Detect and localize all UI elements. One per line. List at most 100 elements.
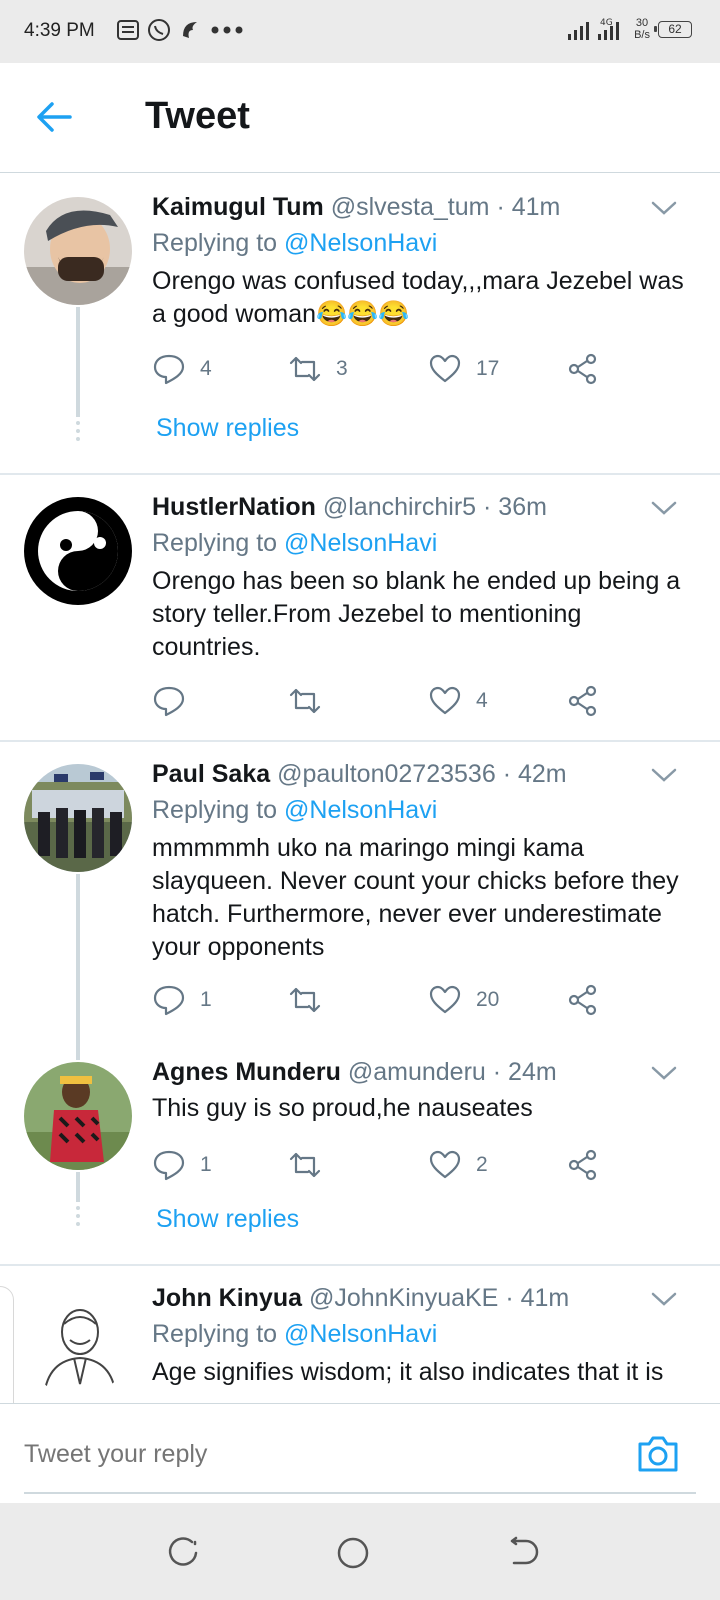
heart-icon: [429, 686, 461, 715]
share-button[interactable]: [566, 349, 600, 389]
replying-to: Replying to @NelsonHavi: [152, 229, 437, 258]
mention-link[interactable]: @NelsonHavi: [284, 529, 437, 557]
retweet-button[interactable]: [288, 980, 336, 1020]
recents-icon[interactable]: [166, 1536, 200, 1570]
reply-input[interactable]: [24, 1440, 604, 1469]
thread-line: [76, 874, 80, 1042]
reply-button[interactable]: 1: [152, 1145, 212, 1185]
like-button[interactable]: 2: [428, 1145, 488, 1185]
show-replies-link[interactable]: Show replies: [156, 1205, 299, 1234]
reply-icon: [153, 686, 185, 717]
chevron-down-icon[interactable]: [650, 766, 678, 784]
avatar[interactable]: [24, 764, 132, 872]
avatar[interactable]: [24, 497, 132, 605]
tweet-actions: 4 3 17: [152, 349, 632, 389]
retweet-button[interactable]: [288, 1145, 336, 1185]
show-replies-link[interactable]: Show replies: [156, 414, 299, 443]
thread-line: [76, 307, 80, 417]
share-button[interactable]: [566, 681, 600, 721]
like-count: 20: [476, 988, 500, 1011]
heart-icon: [429, 985, 461, 1014]
like-button[interactable]: 20: [428, 980, 499, 1020]
avatar[interactable]: [24, 1062, 132, 1170]
like-count: 2: [476, 1153, 488, 1176]
mention-link[interactable]: @NelsonHavi: [284, 796, 437, 824]
whatsapp-icon: [148, 19, 170, 41]
author-name[interactable]: Paul Saka: [152, 760, 270, 788]
thread-dots: [76, 1206, 80, 1230]
thread-dots: [76, 421, 80, 445]
mention-link[interactable]: @NelsonHavi: [284, 1320, 437, 1348]
reply-icon: [153, 985, 185, 1016]
tweet-time: · 24m: [492, 1058, 557, 1086]
net-speed-unit: B/s: [634, 29, 650, 41]
tweet-time: · 36m: [483, 493, 547, 521]
thread-line: [76, 1172, 80, 1202]
author-name[interactable]: HustlerNation: [152, 493, 316, 521]
chevron-down-icon[interactable]: [650, 1064, 678, 1082]
chevron-down-icon[interactable]: [650, 499, 678, 517]
camera-icon[interactable]: [636, 1434, 680, 1474]
heart-icon: [429, 1150, 461, 1179]
tweet-text: This guy is so proud,he nauseates: [152, 1094, 533, 1122]
home-icon[interactable]: [336, 1536, 370, 1570]
replying-prefix: Replying to: [152, 1320, 278, 1348]
tweet-item[interactable]: Kaimugul Tum @slvesta_tum · 41m Replying…: [0, 173, 720, 473]
chevron-down-icon[interactable]: [650, 199, 678, 217]
reply-count: 4: [200, 357, 212, 380]
tweet-header: Agnes Munderu @amunderu · 24m: [152, 1058, 557, 1087]
tweet-actions: 1 2: [152, 1145, 632, 1185]
reply-feed[interactable]: Kaimugul Tum @slvesta_tum · 41m Replying…: [0, 173, 720, 1403]
retweet-icon: [289, 688, 321, 714]
author-name[interactable]: Agnes Munderu: [152, 1058, 341, 1086]
tweet-actions: 1 20: [152, 980, 632, 1020]
reply-button[interactable]: [152, 681, 200, 721]
tweet-text: mmmmmh uko na maringo mingi kama slayque…: [152, 834, 679, 961]
app-icon: [183, 22, 197, 38]
reply-underline: [24, 1492, 696, 1494]
share-icon: [568, 353, 597, 385]
chevron-down-icon[interactable]: [650, 1290, 678, 1308]
retweet-button[interactable]: [288, 681, 336, 721]
retweet-icon: [289, 987, 321, 1013]
author-handle[interactable]: @lanchirchir5: [323, 493, 476, 521]
tweet-time: · 41m: [505, 1284, 570, 1312]
reply-icon: [153, 1150, 185, 1181]
share-icon: [568, 685, 597, 717]
status-time: 4:39 PM: [24, 20, 95, 41]
heart-icon: [429, 354, 461, 383]
tweet-item[interactable]: Agnes Munderu @amunderu · 24m This guy i…: [0, 1040, 720, 1263]
more-icon: [211, 26, 243, 34]
reply-count: 1: [200, 988, 212, 1011]
author-handle[interactable]: @JohnKinyuaKE: [309, 1284, 498, 1312]
like-button[interactable]: 17: [428, 349, 499, 389]
avatar[interactable]: [24, 197, 132, 305]
replying-prefix: Replying to: [152, 229, 278, 257]
tweet-time: · 41m: [496, 193, 561, 221]
reply-button[interactable]: 1: [152, 980, 212, 1020]
reply-button[interactable]: 4: [152, 349, 212, 389]
back-nav-icon[interactable]: [506, 1536, 540, 1570]
replying-prefix: Replying to: [152, 529, 278, 557]
tweet-item[interactable]: Paul Saka @paulton02723536 · 42m Replyin…: [0, 742, 720, 1042]
arrow-left-icon[interactable]: [34, 99, 74, 135]
share-button[interactable]: [566, 1145, 600, 1185]
edge-panel-handle[interactable]: [0, 1286, 14, 1403]
like-button[interactable]: 4: [428, 681, 488, 721]
tweet-item[interactable]: John Kinyua @JohnKinyuaKE · 41m Replying…: [0, 1266, 720, 1403]
author-handle[interactable]: @amunderu: [348, 1058, 486, 1086]
battery-icon: 62: [654, 20, 692, 38]
retweet-button[interactable]: 3: [288, 349, 348, 389]
author-name[interactable]: Kaimugul Tum: [152, 193, 324, 221]
tweet-header: HustlerNation @lanchirchir5 · 36m: [152, 493, 547, 522]
net-speed: 30 B/s: [634, 17, 650, 41]
author-handle[interactable]: @slvesta_tum: [331, 193, 490, 221]
share-button[interactable]: [566, 980, 600, 1020]
author-handle[interactable]: @paulton02723536: [277, 760, 496, 788]
author-name[interactable]: John Kinyua: [152, 1284, 302, 1312]
net-speed-value: 30: [635, 17, 649, 29]
mention-link[interactable]: @NelsonHavi: [284, 229, 437, 257]
avatar[interactable]: [24, 1288, 132, 1396]
status-right: 4G 30 B/s 62: [568, 16, 692, 42]
tweet-item[interactable]: HustlerNation @lanchirchir5 · 36m Replyi…: [0, 475, 720, 741]
